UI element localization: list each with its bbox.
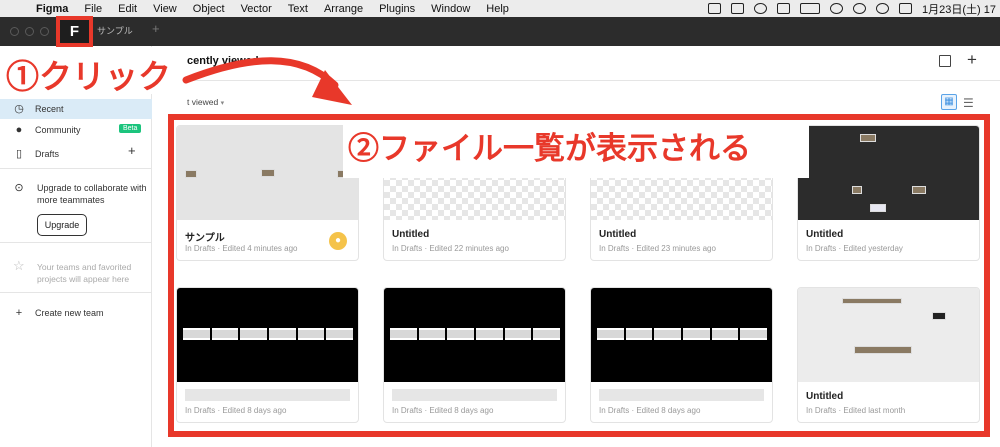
clipboard-icon[interactable] <box>731 3 745 14</box>
play-icon[interactable] <box>754 3 768 14</box>
list-view-button[interactable]: ☰ <box>963 96 974 110</box>
menu-edit[interactable]: Edit <box>110 3 145 15</box>
annotation-step1: ①クリック <box>6 58 171 95</box>
sidebar-item-label: Community <box>35 125 81 135</box>
menu-vector[interactable]: Vector <box>233 3 280 15</box>
upgrade-button[interactable]: Upgrade <box>37 214 87 236</box>
clock-icon: ◷ <box>14 103 24 115</box>
menu-text[interactable]: Text <box>280 3 316 15</box>
mac-menubar: Figma File Edit View Object Vector Text … <box>0 0 1000 17</box>
close-window-button[interactable] <box>10 27 19 36</box>
display-icon[interactable] <box>708 3 722 14</box>
create-team-label: Create new team <box>35 308 104 318</box>
tab-sample-file[interactable]: サンプル <box>97 24 133 37</box>
plus-icon: + <box>15 307 23 319</box>
header-divider <box>153 80 1000 81</box>
sort-label: t viewed <box>187 97 219 107</box>
sort-dropdown[interactable]: t viewed ▾ <box>187 97 224 107</box>
wifi-icon[interactable] <box>830 3 844 14</box>
divider <box>0 292 152 293</box>
globe-icon: ● <box>15 124 23 136</box>
add-draft-button[interactable]: + <box>128 143 136 158</box>
search-icon[interactable] <box>876 3 890 14</box>
grid-view-button[interactable]: ▦ <box>941 94 957 110</box>
annotation-highlight-home <box>56 16 93 47</box>
figma-titlebar <box>0 17 1000 46</box>
file-icon: ▯ <box>15 148 23 160</box>
control-center-icon[interactable] <box>899 3 913 14</box>
minimize-window-button[interactable] <box>25 27 34 36</box>
arrow-up-circle-icon: ⊙ <box>14 182 24 194</box>
user-icon[interactable] <box>853 3 867 14</box>
divider <box>0 242 152 243</box>
sidebar-item-recent-row[interactable]: ◷ Recent <box>13 102 143 115</box>
sidebar-item-label: Recent <box>35 103 64 114</box>
status-area: 1月23日(土) 17 <box>708 0 1000 17</box>
teams-empty-text: Your teams and favorited projects will a… <box>37 262 132 284</box>
menu-object[interactable]: Object <box>185 3 233 15</box>
create-new-team-button[interactable]: + Create new team <box>13 307 143 319</box>
menu-view[interactable]: View <box>145 3 185 15</box>
beta-badge: Beta <box>119 124 142 133</box>
menu-plugins[interactable]: Plugins <box>371 3 423 15</box>
menu-file[interactable]: File <box>76 3 110 15</box>
zoom-window-button[interactable] <box>40 27 49 36</box>
menu-window[interactable]: Window <box>423 3 478 15</box>
input-method-icon[interactable] <box>777 3 791 14</box>
divider <box>0 168 152 169</box>
new-file-button[interactable]: + <box>967 50 977 70</box>
sidebar-item-label: Drafts <box>35 148 60 159</box>
annotation-step2: ②ファイル一覧が表示される <box>348 131 751 166</box>
figma-window: Figma File Edit View Object Vector Text … <box>0 0 1000 447</box>
clock: 1月23日(土) 17 <box>922 3 996 16</box>
star-icon: ☆ <box>13 258 25 273</box>
menu-arrange[interactable]: Arrange <box>316 3 371 15</box>
menu-figma[interactable]: Figma <box>28 3 76 15</box>
page-title: cently viewed <box>187 55 259 67</box>
battery-icon[interactable] <box>800 3 821 14</box>
chevron-down-icon: ▾ <box>220 100 225 107</box>
upgrade-text: Upgrade to collaborate with more teammat… <box>37 183 147 205</box>
sidebar-item-drafts[interactable]: ▯ Drafts <box>13 147 143 160</box>
menu-help[interactable]: Help <box>478 3 517 15</box>
sidebar: ◷ Recent ● Community Beta ▯ Drafts + ⊙ U… <box>0 46 152 447</box>
import-icon[interactable] <box>939 55 951 67</box>
new-tab-button[interactable]: + <box>152 21 160 36</box>
